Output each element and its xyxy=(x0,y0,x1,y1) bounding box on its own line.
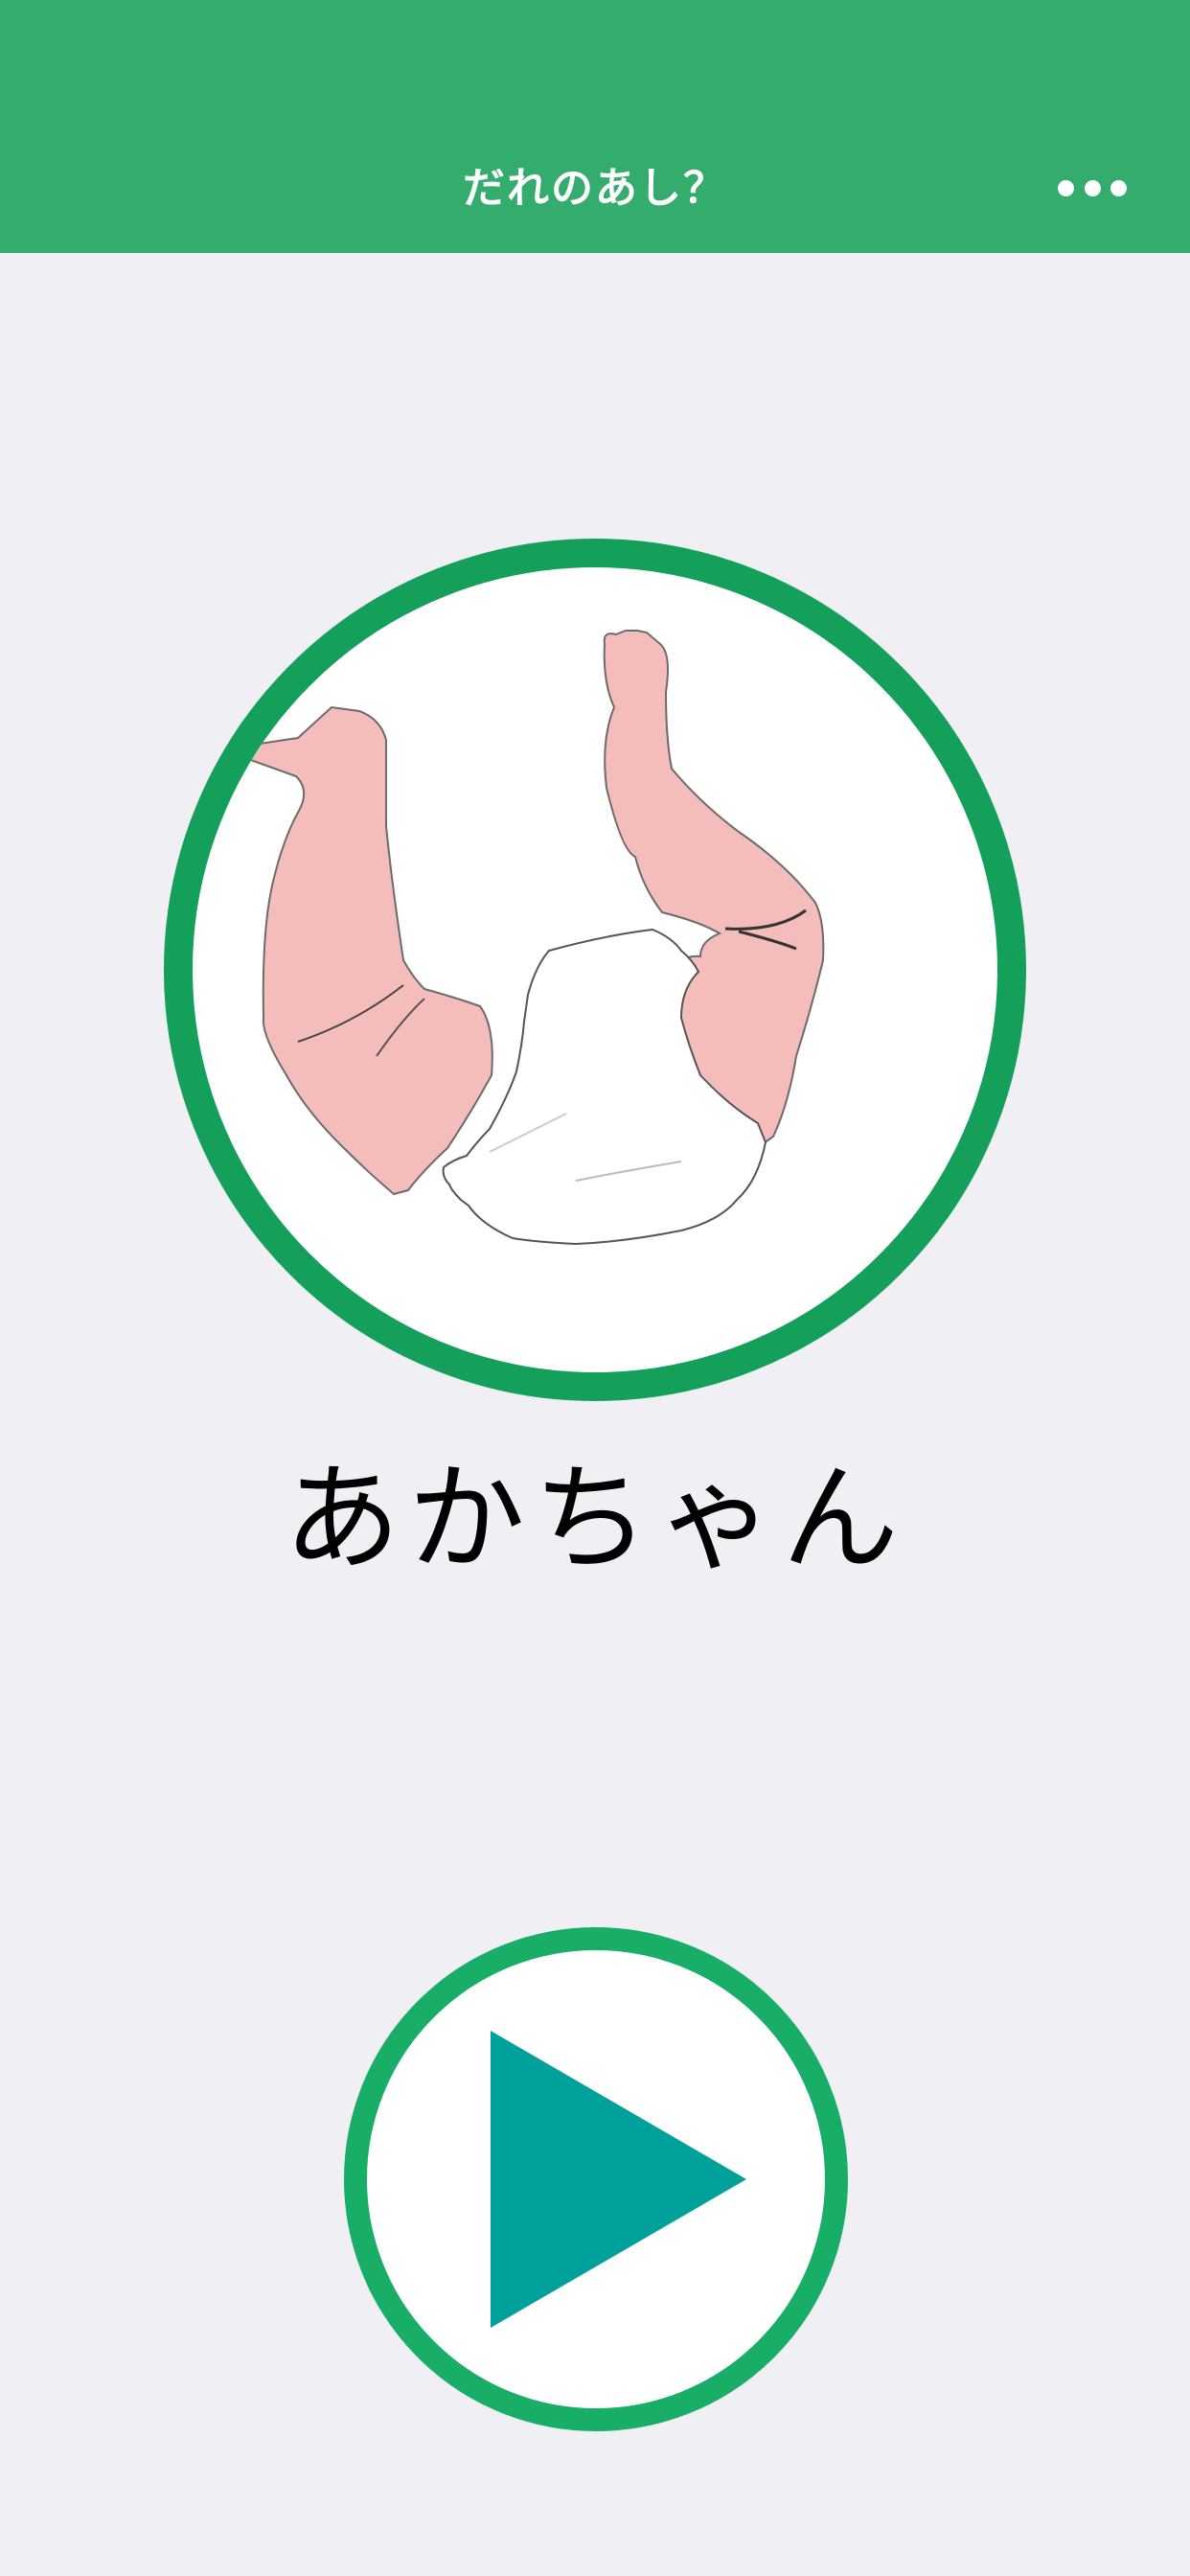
baby-left-leg xyxy=(220,705,493,1196)
more-options-button[interactable] xyxy=(1058,167,1127,209)
navigation-bar: だれのあし？ xyxy=(0,0,1190,253)
ellipsis-icon xyxy=(1058,179,1074,196)
play-button[interactable] xyxy=(344,1927,848,2431)
answer-label: あかちゃん xyxy=(284,1451,906,1587)
baby-legs-illustration xyxy=(220,630,825,1246)
picture-frame xyxy=(164,539,1026,1401)
ellipsis-icon-dot xyxy=(1084,179,1101,196)
play-triangle-icon xyxy=(491,2031,746,2328)
ellipsis-icon-dot xyxy=(1110,179,1127,196)
nav-title: だれのあし？ xyxy=(463,164,727,213)
